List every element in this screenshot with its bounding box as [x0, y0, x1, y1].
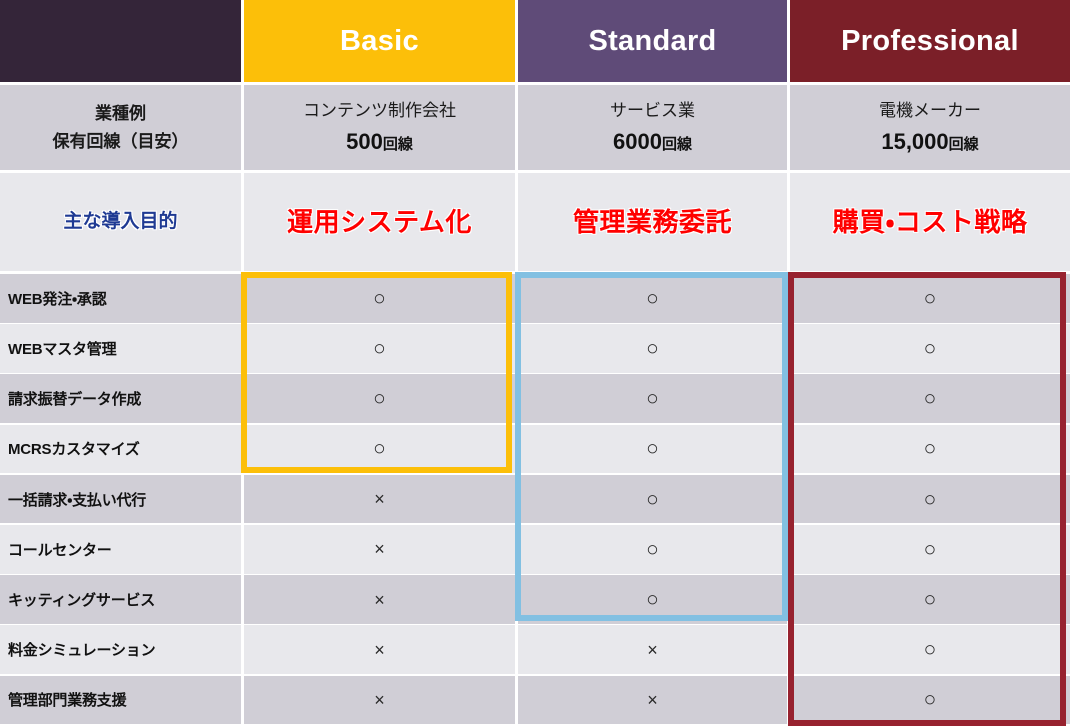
feature-cell-professional: ○ [790, 474, 1070, 524]
feature-cell-standard: ○ [518, 474, 787, 524]
feature-cell-professional: ○ [790, 575, 1070, 624]
industry-cell-basic: コンテンツ制作会社 500回線 [244, 85, 515, 170]
feature-cell-basic: ○ [244, 274, 515, 323]
mark-yes-icon: ○ [923, 688, 937, 712]
feature-row-label: 管理部門業務支援 [0, 675, 241, 725]
industry-row-label: 業種例 保有回線（目安） [0, 85, 241, 170]
mark-yes-icon: ○ [646, 588, 659, 612]
header-cell-basic: Basic [244, 0, 515, 82]
feature-cell-standard: × [518, 625, 787, 675]
feature-cell-professional: ○ [790, 324, 1070, 373]
industry-lines-professional: 15,000回線 [881, 128, 978, 156]
feature-row-label: 一括請求・支払い代行 [0, 474, 241, 524]
feature-cell-standard: ○ [518, 575, 787, 624]
industry-label-line1: 業種例 [95, 103, 146, 123]
feature-row-label: 請求振替データ作成 [0, 374, 241, 424]
purpose-cell-standard: 管理業務委託 [518, 173, 787, 271]
feature-cell-standard: ○ [518, 274, 787, 323]
mark-no-icon: × [374, 589, 385, 610]
feature-cell-basic: × [244, 525, 515, 574]
mark-yes-icon: ○ [373, 387, 386, 411]
mark-yes-icon: ○ [923, 437, 937, 461]
purpose-label: 主な導入目的 [63, 211, 178, 233]
feature-cell-basic: ○ [244, 424, 515, 474]
plan-comparison-table: Basic Standard Professional 業種例 保有回線（目安）… [0, 0, 1070, 726]
industry-lines-basic: 500回線 [346, 128, 413, 156]
header-cell-professional: Professional [790, 0, 1070, 82]
feature-row-label: WEB発注・承認 [0, 274, 241, 323]
purpose-value-basic: 運用システム化 [287, 206, 472, 237]
mark-yes-icon: ○ [923, 487, 937, 511]
mark-yes-icon: ○ [373, 286, 386, 310]
industry-lines-number-professional: 15,000 [881, 128, 949, 154]
industry-label-line2: 保有回線（目安） [52, 132, 189, 151]
mark-no-icon: × [374, 689, 385, 710]
mark-yes-icon: ○ [923, 588, 937, 612]
mark-yes-icon: ○ [373, 337, 386, 361]
feature-cell-basic: ○ [244, 374, 515, 424]
industry-name-standard: サービス業 [610, 100, 695, 120]
purpose-cell-professional: 購買・コスト戦略 [790, 173, 1070, 271]
feature-row-label: 料金シミュレーション [0, 625, 241, 675]
industry-cell-standard: サービス業 6000回線 [518, 85, 787, 170]
header-label-professional: Professional [841, 24, 1019, 57]
feature-cell-professional: ○ [790, 424, 1070, 474]
mark-yes-icon: ○ [646, 387, 659, 411]
mark-yes-icon: ○ [646, 437, 659, 461]
feature-cell-professional: ○ [790, 374, 1070, 424]
mark-no-icon: × [374, 489, 385, 510]
feature-cell-professional: ○ [790, 625, 1070, 675]
mark-yes-icon: ○ [923, 638, 937, 662]
header-cell-standard: Standard [518, 0, 787, 82]
feature-cell-standard: ○ [518, 374, 787, 424]
feature-row-label: WEBマスタ管理 [0, 324, 241, 373]
industry-lines-number-standard: 6000 [613, 128, 662, 154]
feature-cell-professional: ○ [790, 525, 1070, 574]
feature-cell-standard: × [518, 675, 787, 725]
purpose-value-professional: 購買・コスト戦略 [832, 206, 1028, 237]
feature-cell-basic: × [244, 625, 515, 675]
feature-cell-standard: ○ [518, 424, 787, 474]
feature-cell-professional: ○ [790, 274, 1070, 323]
mark-no-icon: × [647, 689, 658, 710]
feature-cell-standard: ○ [518, 525, 787, 574]
mark-yes-icon: ○ [646, 487, 659, 511]
feature-cell-basic: ○ [244, 324, 515, 373]
industry-name-basic: コンテンツ制作会社 [303, 100, 456, 120]
feature-row-label: コールセンター [0, 525, 241, 574]
purpose-value-standard: 管理業務委託 [572, 206, 732, 237]
industry-lines-unit-basic: 回線 [382, 135, 413, 153]
mark-yes-icon: ○ [923, 387, 937, 411]
mark-yes-icon: ○ [646, 537, 659, 561]
mark-no-icon: × [374, 539, 385, 560]
feature-cell-basic: × [244, 675, 515, 725]
mark-yes-icon: ○ [923, 286, 937, 310]
industry-lines-unit-standard: 回線 [661, 135, 692, 153]
mark-no-icon: × [374, 639, 385, 660]
feature-cell-standard: ○ [518, 324, 787, 373]
purpose-cell-basic: 運用システム化 [244, 173, 515, 271]
feature-row-label: MCRSカスタマイズ [0, 424, 241, 474]
mark-yes-icon: ○ [373, 437, 386, 461]
industry-name-professional: 電機メーカー [879, 100, 981, 120]
header-label-standard: Standard [588, 24, 717, 57]
mark-no-icon: × [647, 639, 658, 660]
purpose-row-label: 主な導入目的 [0, 173, 241, 271]
feature-cell-basic: × [244, 474, 515, 524]
industry-lines-number-basic: 500 [346, 128, 383, 154]
header-cell-label [0, 0, 241, 82]
industry-cell-professional: 電機メーカー 15,000回線 [790, 85, 1070, 170]
mark-yes-icon: ○ [923, 537, 937, 561]
feature-cell-basic: × [244, 575, 515, 624]
industry-lines-unit-professional: 回線 [948, 135, 979, 153]
mark-yes-icon: ○ [646, 337, 659, 361]
feature-row-label: キッティングサービス [0, 575, 241, 624]
mark-yes-icon: ○ [646, 286, 659, 310]
mark-yes-icon: ○ [923, 337, 937, 361]
industry-lines-standard: 6000回線 [613, 128, 692, 156]
feature-cell-professional: ○ [790, 675, 1070, 725]
header-label-basic: Basic [340, 24, 419, 57]
